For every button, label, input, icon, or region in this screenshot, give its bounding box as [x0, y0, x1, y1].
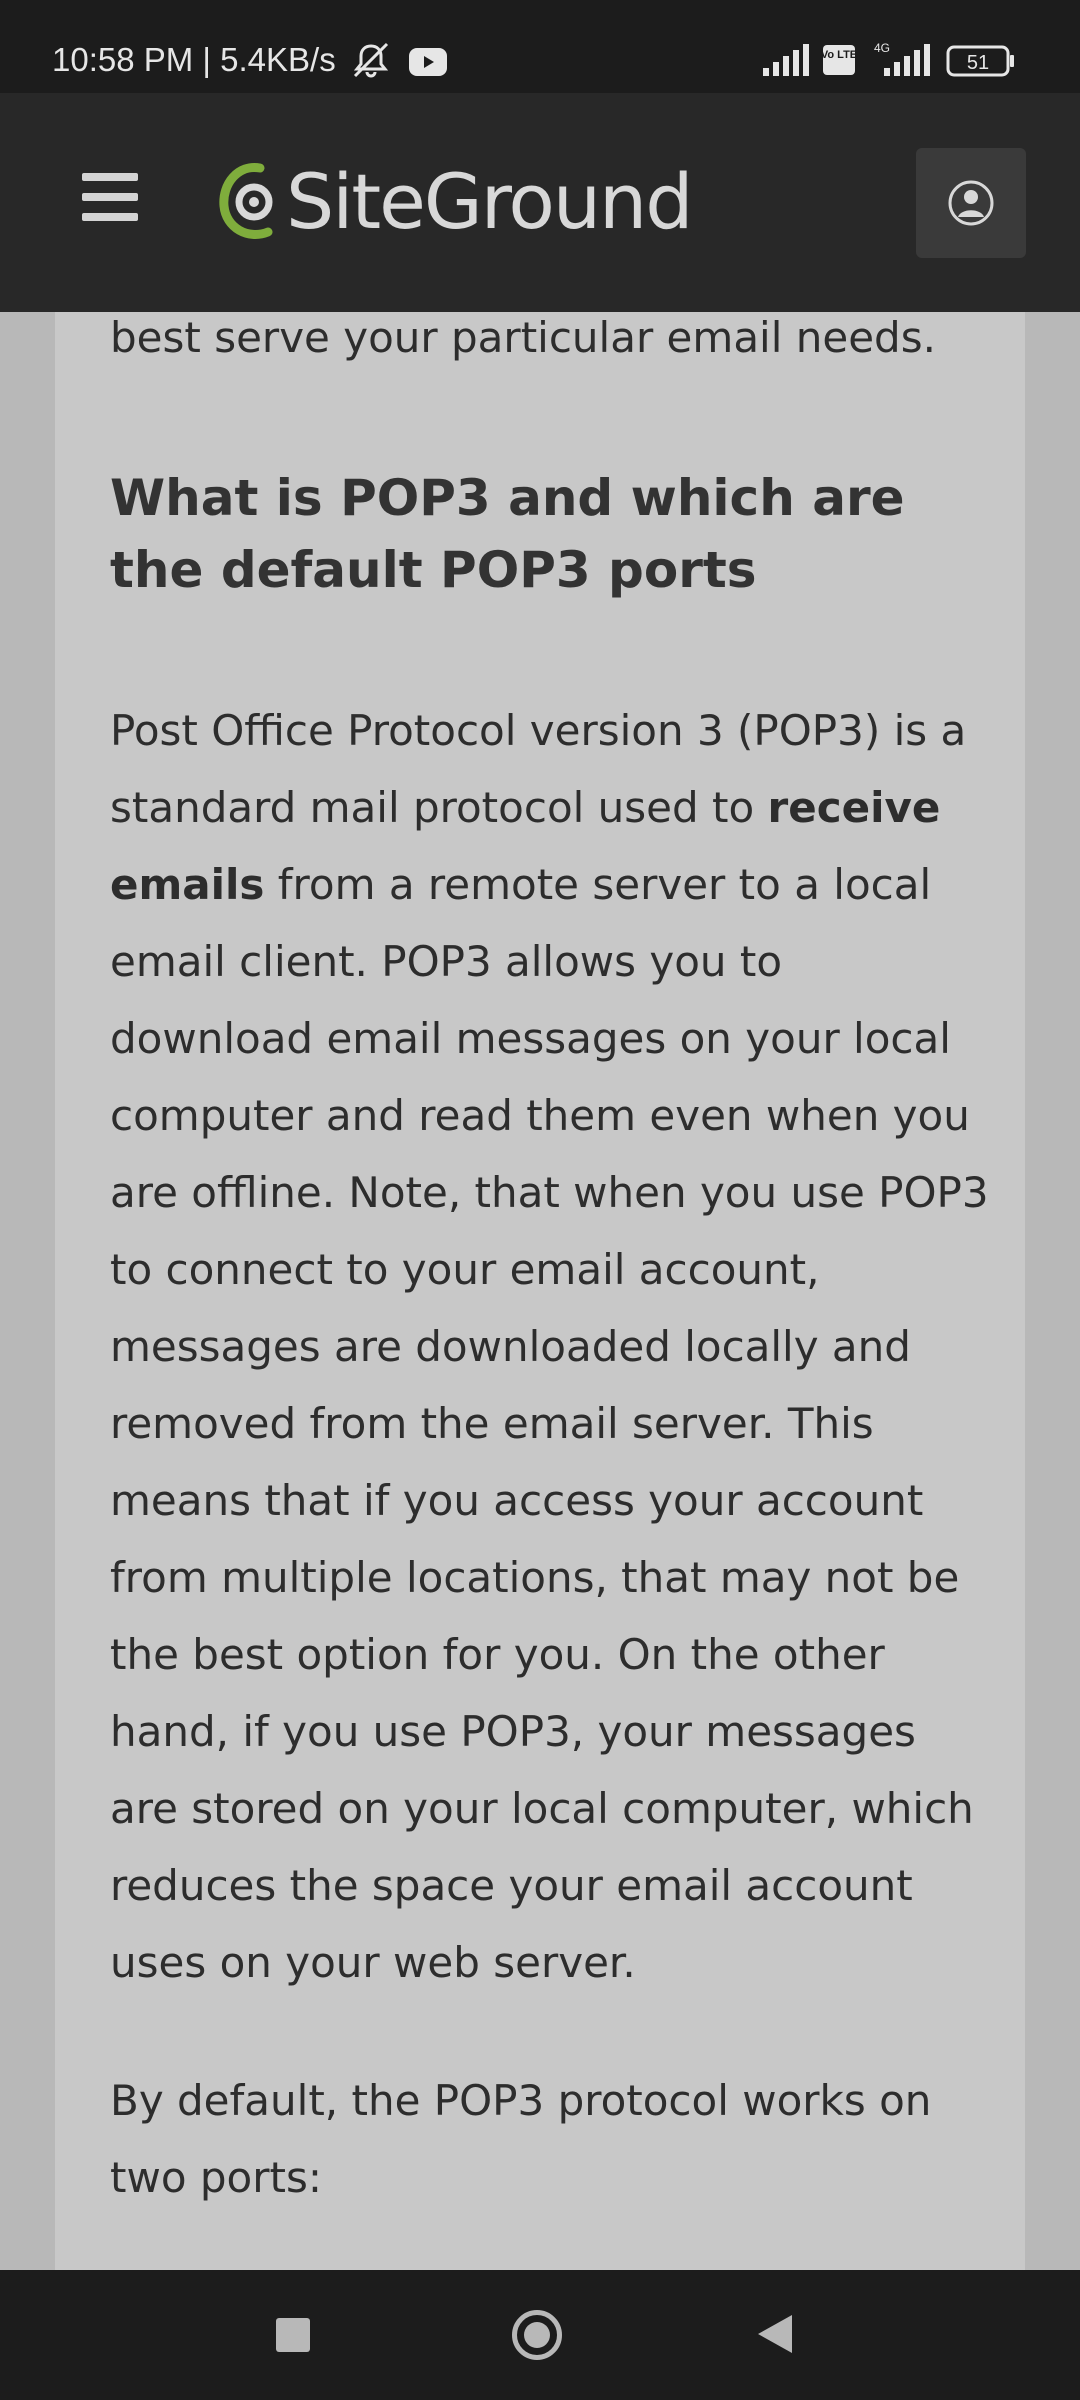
battery-level: 51: [967, 52, 989, 74]
article-text-line: best serve your particular email needs.: [110, 313, 936, 362]
status-bar: 10:58 PM | 5.4KB/s Vo LTE 4G 51: [0, 0, 1080, 93]
siteground-logo[interactable]: SiteGround: [218, 156, 693, 248]
article-card: best serve your particular email needs. …: [55, 312, 1025, 2270]
site-header: SiteGround: [0, 93, 1080, 312]
signal-icon: [763, 44, 813, 84]
volte-icon: Vo LTE: [821, 44, 857, 84]
battery-icon: 51: [946, 45, 1016, 85]
paragraph-text-b: from a remote server to a local email cl…: [110, 860, 989, 1987]
account-button[interactable]: [916, 148, 1026, 258]
status-time-speed: 10:58 PM | 5.4KB/s: [52, 41, 336, 78]
account-icon: [948, 180, 994, 226]
youtube-icon: [409, 46, 447, 84]
volte-label-vo: Vo LTE: [822, 49, 856, 61]
back-icon[interactable]: [758, 2315, 792, 2353]
home-icon[interactable]: [512, 2310, 562, 2360]
network-label: 4G: [874, 42, 890, 55]
menu-button[interactable]: [82, 173, 140, 229]
section-heading: What is POP3 and which are the default P…: [110, 469, 905, 599]
system-nav-bar: [0, 2270, 1080, 2400]
article-paragraph-ports: By default, the POP3 protocol works on t…: [110, 2076, 932, 2202]
muted-bell-icon: [349, 42, 393, 86]
recents-icon[interactable]: [276, 2318, 310, 2352]
siteground-logo-mark: [219, 163, 273, 239]
logo-wordmark: SiteGround: [286, 157, 693, 246]
signal-4g-icon: 4G: [864, 41, 934, 86]
article-paragraph: Post Office Protocol version 3 (POP3) is…: [110, 692, 990, 2001]
menu-icon: [82, 173, 140, 221]
